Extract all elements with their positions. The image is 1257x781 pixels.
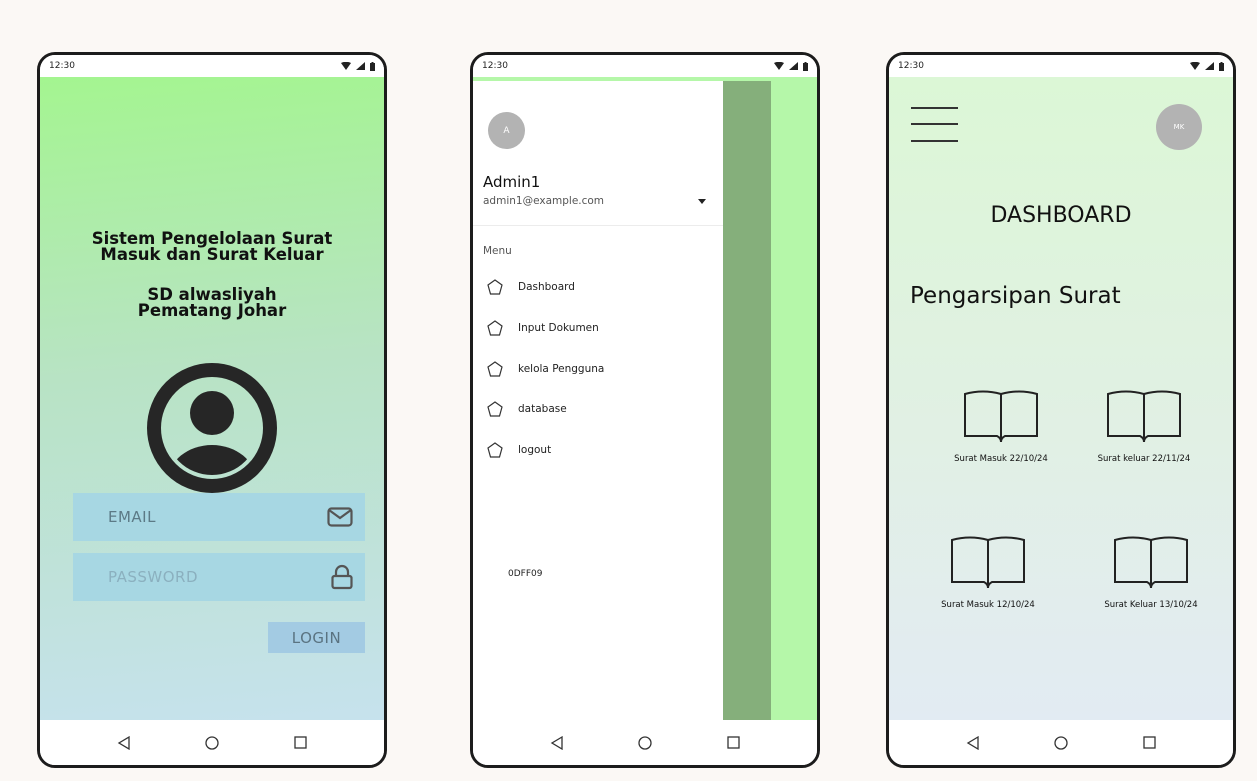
- book-icon: [964, 390, 1038, 443]
- pentagon-icon: [487, 442, 503, 458]
- status-time: 12:30: [49, 61, 75, 71]
- wifi-icon: [774, 62, 784, 70]
- document-card-surat-keluar-2[interactable]: Surat Keluar 13/10/24: [1076, 534, 1226, 610]
- home-icon[interactable]: [638, 735, 653, 750]
- school-name: SD alwasliyah Pematang Johar: [137, 285, 287, 320]
- battery-icon: [1219, 61, 1224, 71]
- book-icon: [1107, 390, 1181, 443]
- drawer-item-kelola-pengguna[interactable]: kelola Pengguna: [487, 361, 604, 377]
- status-bar: 12:30: [40, 55, 384, 77]
- phone-login-screen: 12:30 Sistem Pengelolaan Surat Masuk dan…: [37, 52, 387, 768]
- home-icon[interactable]: [205, 735, 220, 750]
- document-label: Surat keluar 22/11/24: [1097, 454, 1191, 464]
- drawer-item-input-dokumen[interactable]: Input Dokumen: [487, 320, 599, 336]
- drawer-user-name: Admin1: [483, 173, 541, 191]
- recents-icon[interactable]: [294, 736, 307, 749]
- account-dropdown-icon[interactable]: [698, 199, 706, 204]
- avatar[interactable]: A: [488, 112, 525, 149]
- drawer-screen: A Admin1 admin1@example.com Menu Dashboa…: [473, 77, 817, 720]
- phone-dashboard-screen: 12:30 MK DASHBOARD Pengarsipan Surat Sur…: [886, 52, 1236, 768]
- document-label: Surat Keluar 13/10/24: [1104, 600, 1198, 610]
- cellular-icon: [789, 62, 798, 70]
- page-title: DASHBOARD: [990, 203, 1132, 228]
- drawer-item-label: logout: [518, 444, 552, 456]
- pentagon-icon: [487, 361, 503, 377]
- pentagon-icon: [487, 401, 503, 417]
- navigation-drawer: A Admin1 admin1@example.com Menu Dashboa…: [473, 81, 723, 720]
- document-card-surat-masuk-2[interactable]: Surat Masuk 12/10/24: [913, 534, 1063, 610]
- divider: [473, 225, 723, 226]
- hamburger-icon[interactable]: [911, 107, 958, 142]
- drawer-item-database[interactable]: database: [487, 401, 567, 417]
- drawer-item-label: database: [518, 403, 567, 415]
- pentagon-icon: [487, 279, 503, 295]
- cellular-icon: [356, 62, 365, 70]
- battery-icon: [370, 61, 375, 71]
- dashboard-screen: MK DASHBOARD Pengarsipan Surat Surat Mas…: [889, 77, 1233, 720]
- pentagon-icon: [487, 320, 503, 336]
- wifi-icon: [341, 62, 351, 70]
- nav-bar: [473, 720, 817, 765]
- password-placeholder: PASSWORD: [108, 568, 199, 586]
- drawer-item-label: Dashboard: [518, 281, 575, 293]
- document-label: Surat Masuk 12/10/24: [941, 600, 1035, 610]
- wifi-icon: [1190, 62, 1200, 70]
- section-title: Pengarsipan Surat: [910, 283, 1121, 309]
- phone-drawer-screen: 12:30 A Admin1 admin1@example.com Menu D…: [470, 52, 820, 768]
- status-bar: 12:30: [473, 55, 817, 77]
- email-field[interactable]: EMAIL: [73, 493, 365, 541]
- drawer-scrim[interactable]: [723, 81, 771, 720]
- nav-bar: [889, 720, 1233, 765]
- status-time: 12:30: [898, 61, 924, 71]
- document-card-surat-masuk-1[interactable]: Surat Masuk 22/10/24: [926, 388, 1076, 464]
- status-time: 12:30: [482, 61, 508, 71]
- battery-icon: [803, 61, 808, 71]
- password-field[interactable]: PASSWORD: [73, 553, 365, 601]
- avatar[interactable]: MK: [1156, 104, 1202, 150]
- app-title: Sistem Pengelolaan Surat Masuk dan Surat…: [91, 229, 333, 264]
- lock-icon: [331, 564, 353, 590]
- drawer-user-email: admin1@example.com: [483, 195, 605, 207]
- recents-icon[interactable]: [727, 736, 740, 749]
- drawer-item-dashboard[interactable]: Dashboard: [487, 279, 575, 295]
- user-avatar-icon: [147, 363, 277, 493]
- document-card-surat-keluar-1[interactable]: Surat keluar 22/11/24: [1069, 388, 1219, 464]
- drawer-item-label: Input Dokumen: [518, 322, 599, 334]
- menu-section-label: Menu: [483, 245, 512, 257]
- login-button[interactable]: LOGIN: [268, 622, 365, 653]
- book-icon: [1114, 536, 1188, 589]
- document-label: Surat Masuk 22/10/24: [954, 454, 1048, 464]
- home-icon[interactable]: [1054, 735, 1069, 750]
- drawer-item-label: kelola Pengguna: [518, 363, 605, 375]
- book-icon: [951, 536, 1025, 589]
- nav-bar: [40, 720, 384, 765]
- cellular-icon: [1205, 62, 1214, 70]
- email-placeholder: EMAIL: [108, 508, 156, 526]
- drawer-item-logout[interactable]: logout: [487, 442, 551, 458]
- recents-icon[interactable]: [1143, 736, 1156, 749]
- color-code-label: 0DFF09: [508, 569, 543, 579]
- back-icon[interactable]: [966, 735, 980, 750]
- status-bar: 12:30: [889, 55, 1233, 77]
- login-screen: Sistem Pengelolaan Surat Masuk dan Surat…: [40, 77, 384, 720]
- back-icon[interactable]: [550, 735, 564, 750]
- mail-icon: [327, 507, 353, 527]
- back-icon[interactable]: [117, 735, 131, 750]
